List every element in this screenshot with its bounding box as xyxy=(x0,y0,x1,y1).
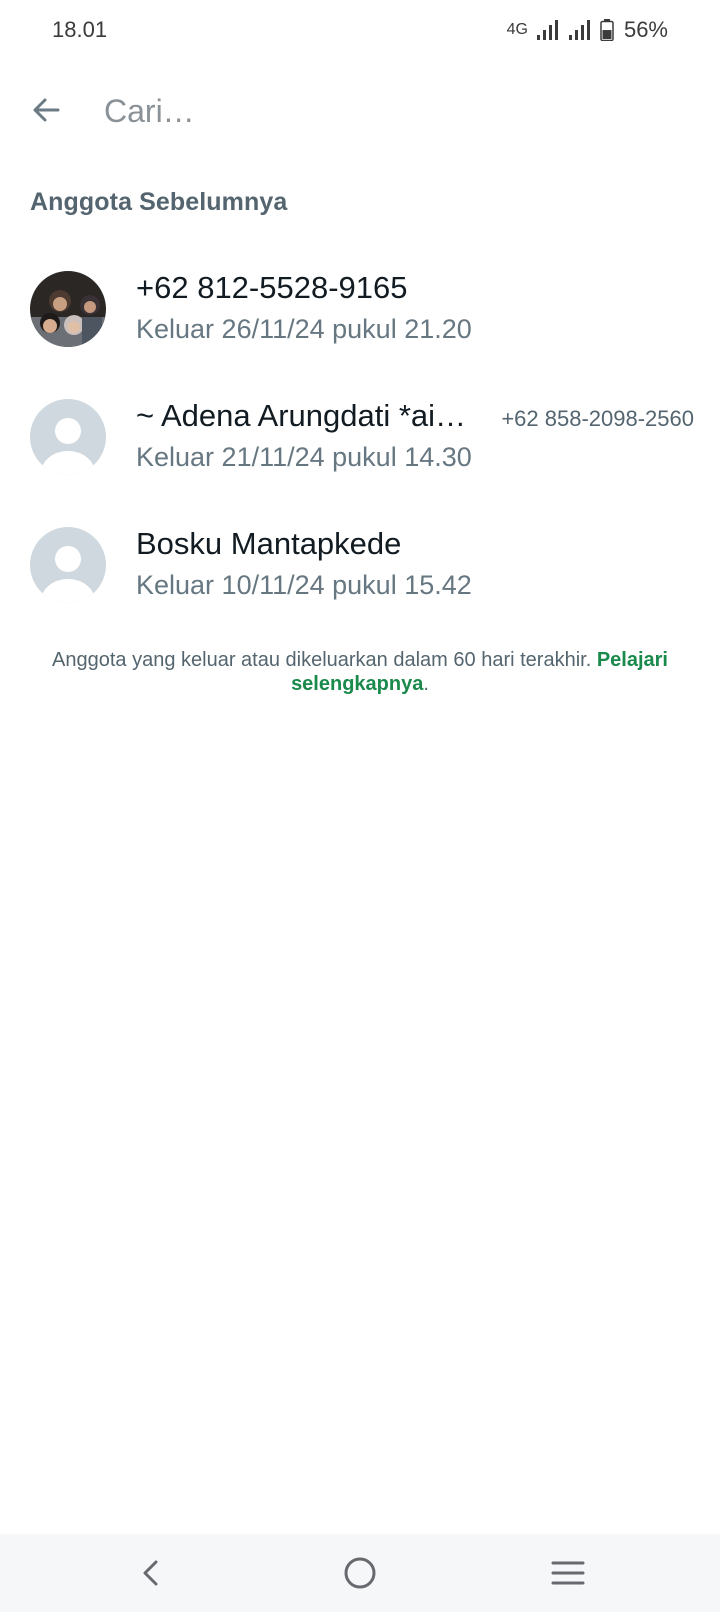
member-phone: +62 858-2098-2560 xyxy=(501,406,694,431)
member-left-status: Keluar 10/11/24 pukul 15.42 xyxy=(136,570,472,600)
search-input[interactable] xyxy=(104,88,684,134)
footer-note-text: Anggota yang keluar atau dikeluarkan dal… xyxy=(52,649,597,671)
group-photo-image xyxy=(30,271,106,347)
member-name: ~ Adena Arungdati *ai… xyxy=(136,398,467,433)
nav-back-button[interactable] xyxy=(129,1550,175,1596)
member-row[interactable]: ~ Adena Arungdati *ai… +62 858-2098-2560… xyxy=(0,380,720,508)
back-icon xyxy=(143,1560,158,1586)
avatar-photo xyxy=(30,271,106,347)
status-time: 18.01 xyxy=(52,17,108,42)
status-bar: 18.01 4G 56% xyxy=(0,0,720,60)
home-icon xyxy=(344,1557,376,1589)
section-title: Anggota Sebelumnya xyxy=(30,188,288,216)
member-row[interactable]: Bosku Mantapkede Keluar 10/11/24 pukul 1… xyxy=(0,508,720,636)
network-type-label: 4G xyxy=(506,21,528,38)
signal-icon-sim2 xyxy=(568,20,590,40)
footer-note-suffix: . xyxy=(423,673,429,695)
member-left-status: Keluar 26/11/24 pukul 21.20 xyxy=(136,314,472,344)
nav-home-button[interactable] xyxy=(337,1550,383,1596)
signal-icon xyxy=(536,20,558,40)
status-icons: 4G 56% xyxy=(507,17,668,43)
person-icon xyxy=(41,546,95,603)
member-name: +62 812-5528-9165 xyxy=(136,270,408,305)
member-left-status: Keluar 21/11/24 pukul 14.30 xyxy=(136,442,472,472)
back-button[interactable] xyxy=(24,88,68,132)
system-navigation-bar xyxy=(0,1534,720,1612)
arrow-left-icon xyxy=(33,98,60,122)
default-avatar xyxy=(30,399,106,475)
member-list: +62 812-5528-9165 Keluar 26/11/24 pukul … xyxy=(0,252,720,636)
footer-note: Anggota yang keluar atau dikeluarkan dal… xyxy=(30,648,690,696)
member-row[interactable]: +62 812-5528-9165 Keluar 26/11/24 pukul … xyxy=(0,252,720,380)
search-bar xyxy=(0,72,720,156)
default-avatar xyxy=(30,527,106,603)
screen: 18.01 4G 56% Cari… Anggota Sebelumnya +6… xyxy=(0,0,720,1612)
menu-icon xyxy=(551,1561,585,1585)
battery-icon xyxy=(600,19,614,41)
person-icon xyxy=(41,418,95,475)
battery-percentage: 56% xyxy=(623,17,668,42)
member-name: Bosku Mantapkede xyxy=(136,526,402,561)
nav-recents-button[interactable] xyxy=(545,1550,591,1596)
